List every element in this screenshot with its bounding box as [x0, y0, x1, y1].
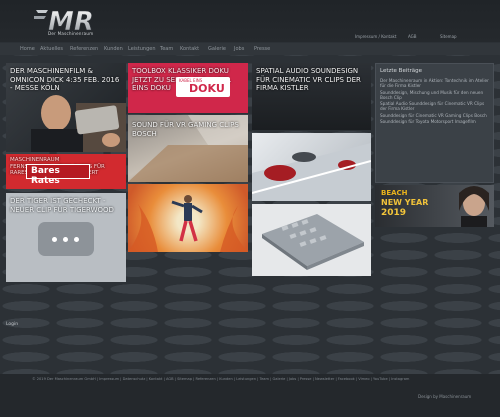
nav-item-home[interactable]: Home — [20, 46, 35, 52]
nav-item-referenzen[interactable]: Referenzen — [70, 46, 98, 52]
latest-post-item[interactable]: Sounddesign für Cinematic VR Gaming Clip… — [380, 113, 490, 118]
nav-item-galerie[interactable]: Galerie — [208, 46, 226, 52]
promo-portrait-image — [459, 186, 489, 227]
latest-post-item[interactable]: Sounddesign, Mischung und Musik für den … — [380, 90, 490, 100]
tile-sound-vr-gaming[interactable]: Sound für VR Gaming Clips BOSCH — [128, 115, 248, 182]
latest-post-item[interactable]: Sounddesign für Toyota Motorsport Imagef… — [380, 119, 490, 124]
promo-line-2: NEW YEAR — [381, 198, 429, 207]
login-link[interactable]: Login — [6, 322, 18, 327]
header-bar: MR Der Maschinenraum Impressum / Kontakt… — [0, 0, 500, 42]
tile-caption: Spatial Audio Soundesign für Cinematic V… — [256, 67, 361, 92]
tile-tiger-clip[interactable]: Der Tiger ist gecheckt - neuer Clip für … — [6, 193, 126, 282]
main-navigation: Home Aktuelles Referenzen Kunden Leistun… — [0, 43, 500, 55]
kabel-eins-doku-logo: KABEL EINS DOKU — [176, 77, 230, 97]
latest-post-item[interactable]: Der Maschinenraum in Aktion: Tontechnik … — [380, 78, 490, 88]
util-link-agb[interactable]: AGB — [408, 34, 417, 39]
nav-item-aktuelles[interactable]: Aktuelles — [40, 46, 63, 52]
promo-line-1: BEACH — [381, 189, 408, 197]
promo-line-3: 2019 — [381, 208, 407, 218]
footer-links[interactable]: © 2019 Der Maschinenraum GmbH | Impressu… — [32, 377, 472, 382]
util-link-sitemap[interactable]: Sitemap — [440, 34, 457, 39]
tile-spatial-audio[interactable]: Spatial Audio Soundesign für Cinematic V… — [252, 63, 371, 130]
tile-car-render[interactable] — [252, 133, 371, 201]
tile-maschinenfilm[interactable]: Der Maschinenfilm & Omnicon Dick 4:35 Fe… — [6, 63, 126, 152]
tile-kabel-eins-doku[interactable]: Toolbox Klassiker DOKU jetzt zu sehen au… — [128, 63, 248, 113]
promo-banner-new-year[interactable]: BEACH NEW YEAR 2019 — [375, 185, 494, 227]
tile-caption: Der Tiger ist gecheckt - neuer Clip für … — [10, 197, 114, 214]
nav-item-kunden[interactable]: Kunden — [104, 46, 123, 52]
nav-item-leistungen[interactable]: Leistungen — [128, 46, 156, 52]
latest-post-item[interactable]: Spatial Audio Sounddesign für Cinematic … — [380, 101, 490, 111]
nav-item-presse[interactable]: Presse — [254, 46, 270, 52]
latest-posts-panel: Letzte Beiträge Der Maschinenraum in Akt… — [375, 63, 494, 183]
dancer-image — [128, 195, 248, 252]
nav-item-kontakt[interactable]: Kontakt — [180, 46, 199, 52]
tile-dancer[interactable] — [128, 184, 248, 252]
keyboard-image — [262, 214, 364, 270]
tile-keyboard-render[interactable] — [252, 204, 371, 276]
tile-bares-rates[interactable]: Maschinenraum Fernsehproduktion Bares fü… — [6, 154, 126, 189]
tile-caption: Der Maschinenfilm & Omnicon Dick 4:35 Fe… — [10, 67, 120, 92]
logo-tagline: Der Maschinenraum — [48, 31, 94, 36]
race-car-image — [252, 143, 371, 201]
footer-credit[interactable]: Design by Maschinenraum — [418, 394, 471, 399]
tile-caption: Sound für VR Gaming Clips BOSCH — [132, 121, 239, 138]
nav-item-team[interactable]: Team — [160, 46, 173, 52]
util-link-impressum[interactable]: Impressum / Kontakt — [355, 34, 396, 39]
ellipsis-icon[interactable] — [38, 222, 94, 256]
latest-posts-list: Der Maschinenraum in Aktion: Tontechnik … — [380, 78, 490, 126]
latest-posts-title: Letzte Beiträge — [380, 68, 423, 74]
bares-rates-logo: Bares Rates — [26, 164, 90, 186]
nav-item-jobs[interactable]: Jobs — [234, 46, 244, 52]
